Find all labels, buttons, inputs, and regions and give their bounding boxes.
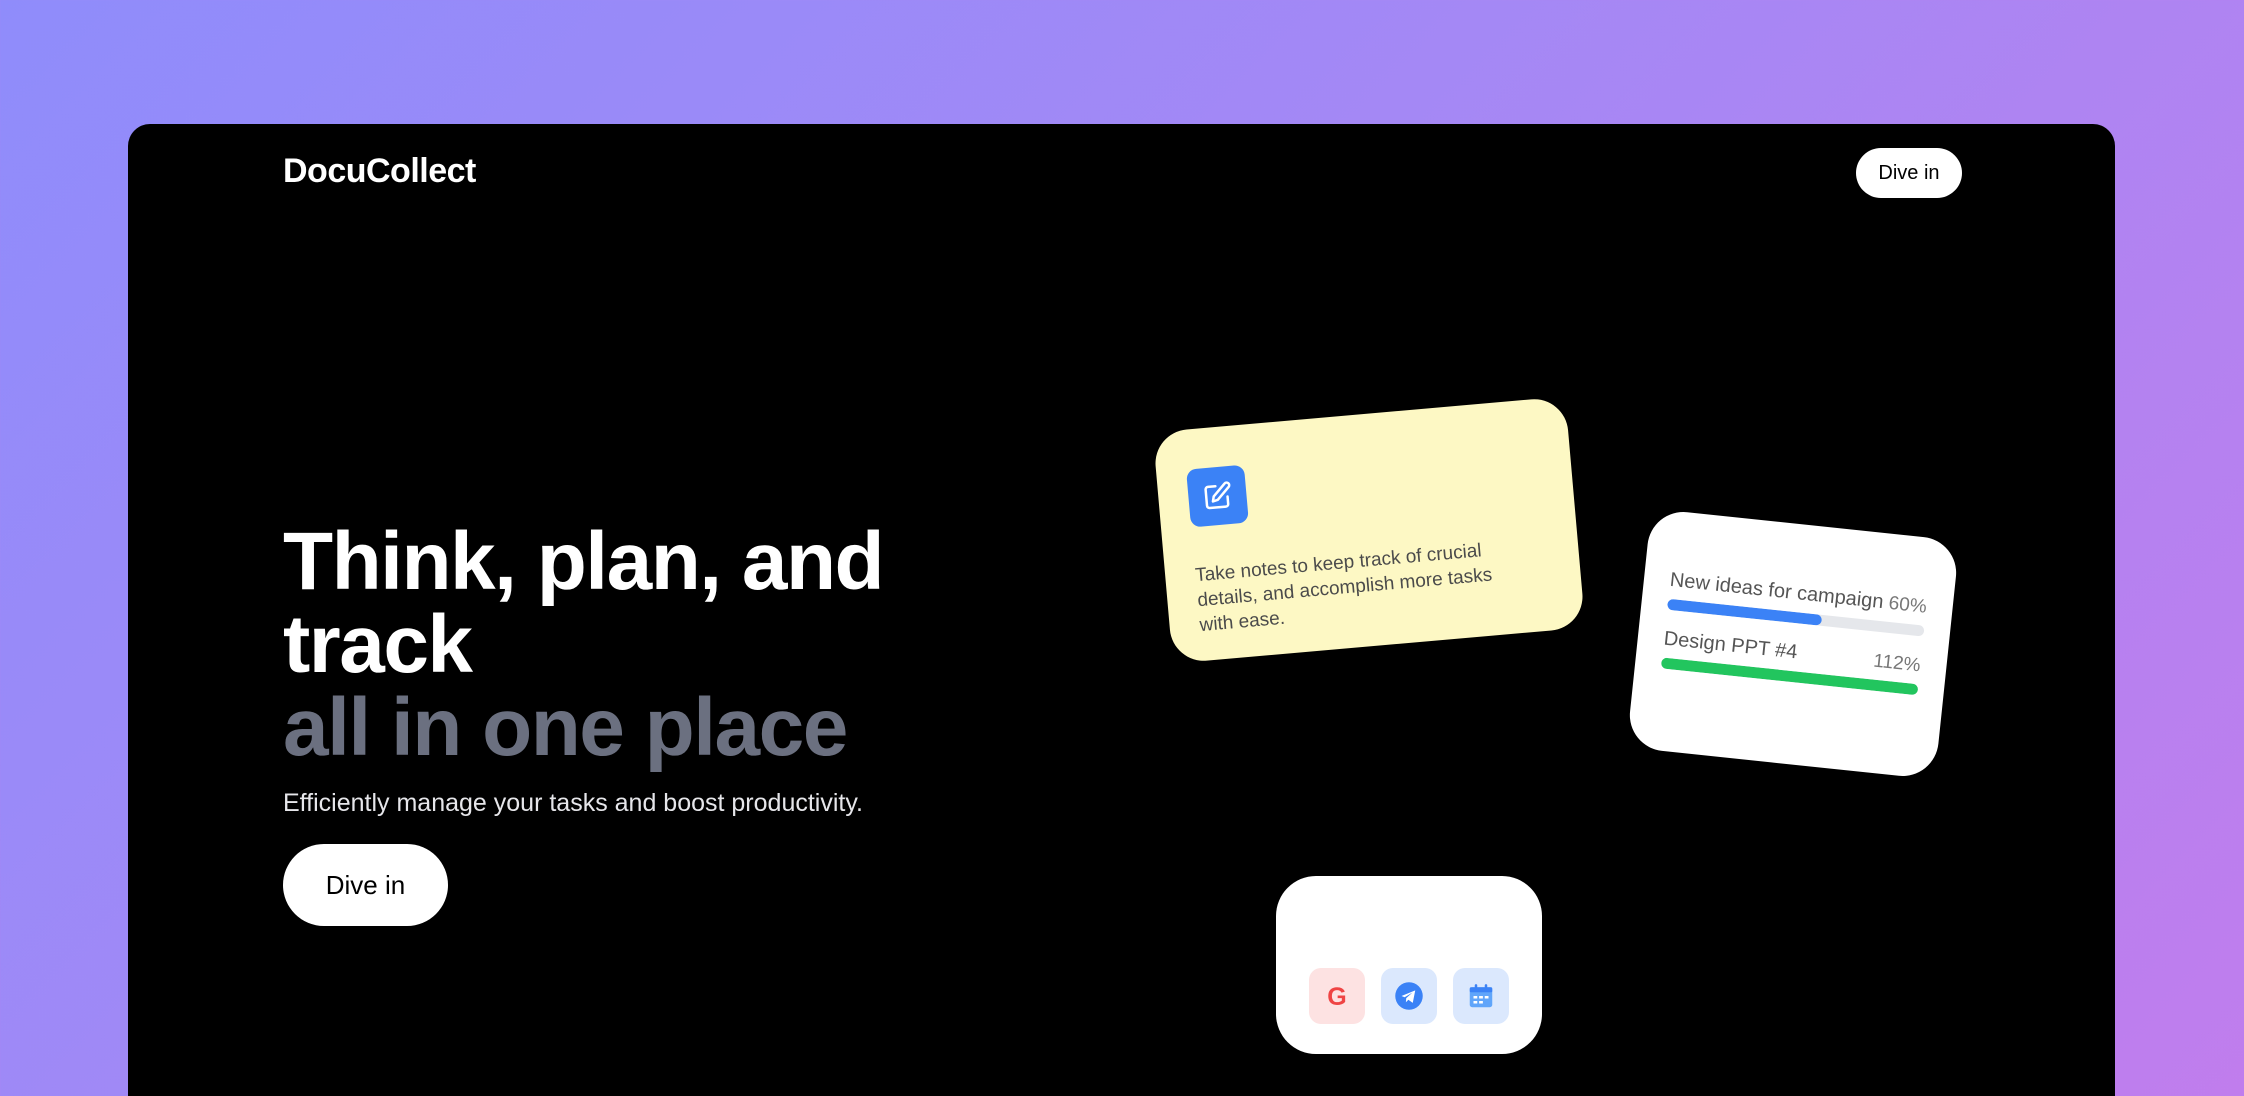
calendar-app-button[interactable]	[1453, 968, 1509, 1024]
hero-dive-in-button[interactable]: Dive in	[283, 844, 448, 926]
progress-item: New ideas for campaign 60%	[1666, 569, 1928, 637]
telegram-app-button[interactable]	[1381, 968, 1437, 1024]
google-icon: G	[1327, 983, 1346, 1011]
calendar-icon	[1469, 984, 1493, 1008]
google-app-button[interactable]: G	[1309, 968, 1365, 1024]
progress-item-percent: 60%	[1887, 592, 1928, 618]
hero-title-line-1: Think, plan, and	[283, 516, 885, 607]
integrations-card: G	[1276, 876, 1542, 1054]
hero-title-line-2: track	[283, 599, 473, 690]
edit-icon	[1186, 464, 1249, 528]
svg-text:G: G	[1327, 983, 1346, 1011]
hero-subtitle: Efficiently manage your tasks and boost …	[283, 789, 863, 817]
telegram-icon	[1395, 982, 1423, 1010]
brand-logo[interactable]: DocuCollect	[283, 152, 476, 191]
nav-dive-in-button[interactable]: Dive in	[1856, 148, 1962, 198]
progress-item-percent: 112%	[1872, 650, 1922, 677]
hero-section: Think, plan, and track all in one place …	[283, 520, 983, 926]
hero-frame: DocuCollect Dive in Think, plan, and tra…	[128, 124, 2115, 1096]
note-card-text: Take notes to keep track of crucial deta…	[1194, 540, 1493, 637]
note-card: Take notes to keep track of crucial deta…	[1152, 396, 1586, 664]
progress-item: Design PPT #4 112%	[1660, 628, 1922, 696]
hero-title-line-3: all in one place	[283, 682, 848, 773]
progress-card: New ideas for campaign 60% Design PPT #4…	[1626, 508, 1960, 780]
